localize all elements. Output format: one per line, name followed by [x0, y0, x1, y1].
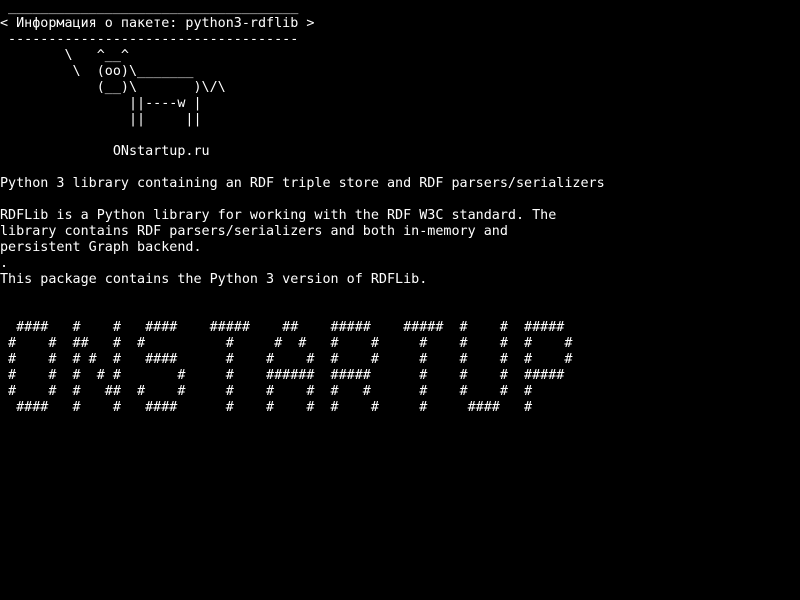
cow-line: \ (oo)\_______ [0, 64, 194, 79]
cow-line: \ ^__^ [0, 48, 129, 63]
description-line: . [0, 256, 9, 271]
description-line: persistent Graph backend. [0, 240, 202, 255]
big-text-row: #### # # #### ##### ## ##### ##### # # #… [0, 320, 565, 335]
big-text-row: # # # # # #### # # # # # # # # # # [0, 352, 573, 367]
big-text-row: # # # ## # # # # # # # # # # # [0, 384, 533, 399]
terminal-screen: ____________________________________ < И… [0, 0, 800, 600]
big-text-row: #### # # #### # # # # # # #### # [0, 400, 533, 415]
description-line: This package contains the Python 3 versi… [0, 272, 428, 287]
cow-line: ||----w | [0, 96, 202, 111]
big-text-row: # # ## # # # # # # # # # # # # [0, 336, 573, 351]
description-line: RDFLib is a Python library for working w… [0, 208, 557, 223]
big-text-row: # # # # # # # ###### ##### # # # ##### [0, 368, 565, 383]
package-summary: Python 3 library containing an RDF tripl… [0, 176, 605, 191]
banner-top-rule: ____________________________________ [0, 0, 299, 15]
banner-bottom-rule: ------------------------------------ [0, 32, 299, 47]
banner-title: < Информация о пакете: python3-rdflib > [0, 16, 315, 31]
cow-line: (__)\ )\/\ [0, 80, 226, 95]
cow-line: || || [0, 112, 202, 127]
description-line: library contains RDF parsers/serializers… [0, 224, 508, 239]
site-name: ONstartup.ru [0, 144, 210, 159]
terminal-output: ____________________________________ < И… [0, 0, 800, 416]
